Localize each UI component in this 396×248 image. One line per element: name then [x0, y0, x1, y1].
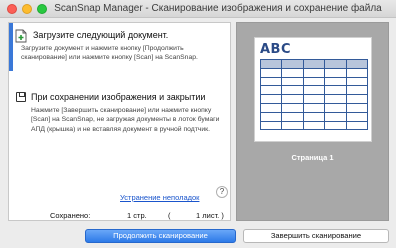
- save-section-description: Нажмите [Завершить сканирование] или наж…: [31, 107, 220, 133]
- instructions-panel: Загрузите следующий документ. Загрузите …: [8, 22, 231, 221]
- finish-scanning-button[interactable]: Завершить сканирование: [243, 229, 389, 243]
- add-document-icon: [15, 29, 27, 43]
- window-title: ScanSnap Manager - Сканирование изображе…: [54, 3, 382, 14]
- thumbnail-heading: ABC: [260, 42, 292, 57]
- saved-pages-count: 1 стр.: [127, 211, 147, 220]
- help-button[interactable]: ?: [216, 186, 228, 198]
- current-step-indicator: [9, 23, 13, 71]
- thumbnail-table-graphic: [259, 59, 369, 131]
- step-title: Загрузите следующий документ.: [33, 30, 169, 40]
- scan-preview-panel: ABC Страница 1: [236, 22, 389, 221]
- page-number-label: Страница 1: [291, 153, 334, 162]
- scansnap-dialog-window: ScanSnap Manager - Сканирование изображе…: [0, 0, 396, 248]
- saved-sheets-count: 1 лист. ): [196, 211, 224, 220]
- scanned-page-thumbnail[interactable]: ABC: [254, 37, 372, 142]
- saved-label: Сохранено:: [50, 211, 91, 220]
- save-section-title: При сохранении изображения и закрытии: [31, 92, 206, 102]
- troubleshooting-link[interactable]: Устранение неполадок: [120, 193, 199, 202]
- saved-open-paren: (: [168, 211, 171, 220]
- title-bar: ScanSnap Manager - Сканирование изображе…: [0, 0, 396, 18]
- step-description: Загрузите документ и нажмите кнопку [Про…: [21, 45, 198, 61]
- continue-scanning-button[interactable]: Продолжить сканирование: [85, 229, 236, 243]
- save-icon: [16, 92, 26, 102]
